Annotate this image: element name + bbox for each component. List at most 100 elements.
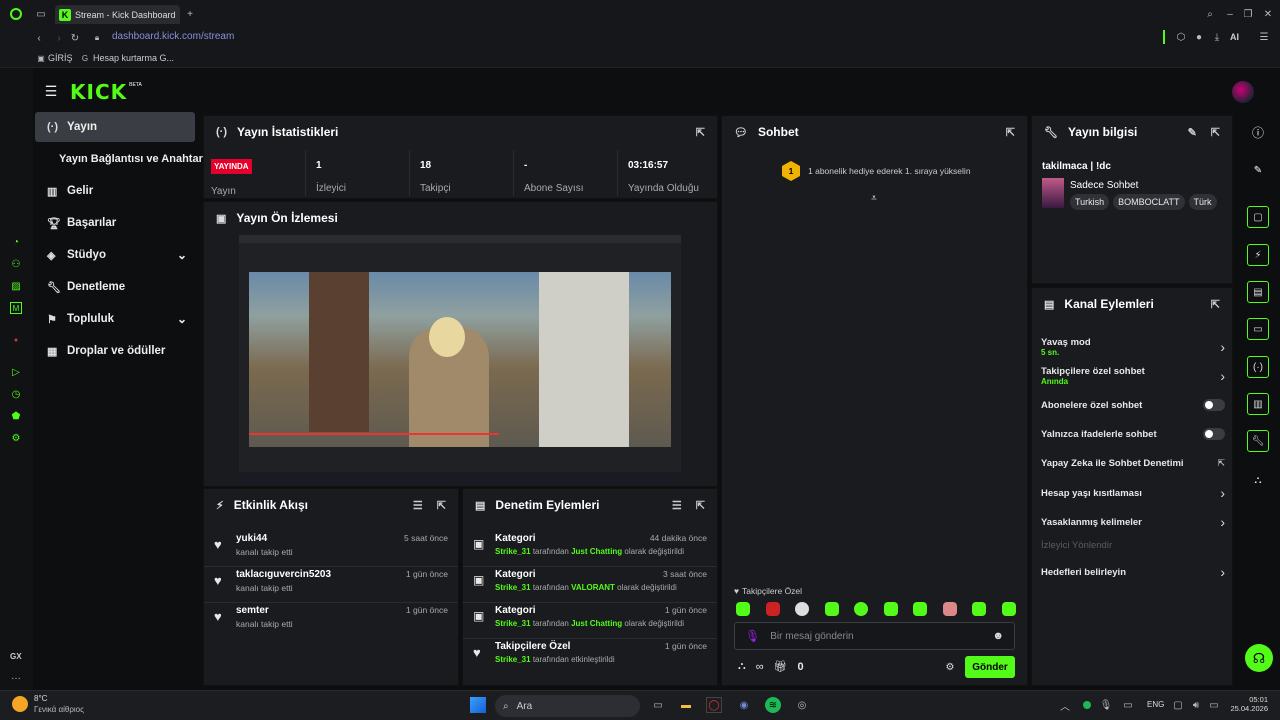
emote-icon[interactable] (972, 602, 987, 616)
minimize-icon[interactable]: – (1224, 8, 1236, 20)
gx-label[interactable]: GX (10, 652, 22, 661)
player-icon[interactable]: ▷ (10, 366, 22, 378)
download-icon[interactable]: ⤓ (1211, 31, 1223, 43)
rail-button-document[interactable]: ▤ (1247, 281, 1269, 303)
tray-chevron-icon[interactable]: ︿ (1060, 699, 1070, 713)
language-indicator[interactable]: ENG (1147, 700, 1164, 709)
extensions-sidebar-icon[interactable]: ⬟ (10, 410, 22, 422)
history-icon[interactable]: ◷ (10, 388, 22, 400)
tray-app-icon[interactable] (1083, 701, 1091, 709)
rail-button-clip[interactable]: ▢ (1247, 206, 1269, 228)
file-explorer-icon[interactable]: ▬ (678, 697, 694, 713)
modlog-user[interactable]: Strike_31 (495, 583, 531, 592)
nav-item-gelir[interactable]: ▥ Gelir (35, 176, 195, 206)
volume-icon[interactable]: 🔊︎ (1190, 699, 1202, 711)
hamburger-icon[interactable]: ☰ (44, 83, 58, 99)
popout-icon[interactable]: ⇱ (1211, 126, 1220, 139)
support-icon[interactable]: ☊ (1245, 644, 1273, 672)
weather-temp[interactable]: 8°C (34, 694, 47, 703)
more-icon[interactable]: … (10, 670, 22, 682)
microphone-icon[interactable]: 🎙︎ (745, 629, 760, 643)
profile-icon[interactable]: ● (1193, 31, 1205, 43)
nav-item-stream-key[interactable]: Yayın Bağlantısı ve Anahtarı (47, 144, 207, 174)
tab-kick-dashboard[interactable]: K Stream - Kick Dashboard (55, 5, 180, 24)
opera-gx-taskbar-icon[interactable]: ◯ (706, 697, 722, 713)
emote-icon[interactable] (736, 602, 750, 616)
emote-icon[interactable] (913, 602, 928, 616)
forward-icon[interactable]: › (54, 32, 64, 44)
emote-icon[interactable] (854, 602, 869, 616)
nav-item-topluluk[interactable]: ⚑ Topluluk ⌄ (35, 304, 195, 334)
subscribers-only-toggle[interactable] (1203, 399, 1225, 411)
menu-icon[interactable]: ☰ (1258, 31, 1270, 43)
gx-corner-icon[interactable]: ⚇ (10, 258, 22, 270)
emote-icon[interactable] (795, 602, 810, 616)
emote-icon[interactable] (765, 602, 780, 616)
followers-only-row[interactable]: Takipçilere özel sohbet Anında › (1041, 364, 1225, 388)
stream-preview-video[interactable] (239, 235, 681, 485)
send-button[interactable]: Gönder (965, 656, 1015, 678)
rail-button-broadcast[interactable]: (·) (1247, 356, 1269, 378)
modlog-user[interactable]: Strike_31 (495, 547, 531, 556)
banned-words-row[interactable]: Yasaklanmış kelimeler › (1041, 514, 1225, 530)
gift-banner[interactable]: 1 1 abonelik hediye ederek 1. sıraya yük… (782, 161, 971, 181)
slow-mode-row[interactable]: Yavaş mod 5 sn. › (1041, 335, 1225, 359)
emote-only-toggle[interactable] (1203, 428, 1225, 440)
category-name[interactable]: Sadece Sohbet (1070, 180, 1138, 191)
share-icon[interactable]: ⛬ (1248, 470, 1268, 490)
edit-icon[interactable]: ✎ (1248, 160, 1268, 180)
kick-logo[interactable]: KICK BETA (70, 80, 142, 104)
modlog-user[interactable]: Strike_31 (495, 619, 531, 628)
rail-button-wrench[interactable]: 🔧︎ (1247, 430, 1269, 452)
popout-icon[interactable]: ⇱ (1006, 126, 1015, 139)
account-age-row[interactable]: Hesap yaşı kısıtlaması › (1041, 485, 1225, 501)
tab-manager-icon[interactable]: ▭ (34, 7, 48, 21)
emote-icon[interactable] (942, 602, 957, 616)
gift-box-icon[interactable]: 🎁︎ (774, 660, 788, 673)
ai-moderation-row[interactable]: Yapay Zeka ile Sohbet Denetimi ⇱ (1041, 455, 1225, 471)
bookmark-giris[interactable]: ▣ GİRİŞ (36, 53, 72, 63)
avatar[interactable] (1232, 81, 1254, 103)
speed-dial-icon[interactable]: ◔ (10, 236, 22, 248)
nav-item-studyo[interactable]: ◈ Stüdyo ⌄ (35, 240, 195, 270)
tray-device-icon[interactable]: ▭ (1122, 699, 1134, 711)
messenger-icon[interactable]: M (10, 302, 22, 314)
settings-icon[interactable]: ⚙ (944, 661, 956, 673)
activity-user[interactable]: taklacıguvercin5203 (236, 569, 331, 580)
network-icon[interactable]: ▢ (1172, 699, 1184, 711)
opera-gx-icon[interactable] (10, 8, 22, 20)
search-icon[interactable]: ⌕ (1204, 8, 1216, 20)
extensions-icon[interactable]: ⬡ (1175, 31, 1187, 43)
emote-icon[interactable] (883, 602, 898, 616)
taskbar-search[interactable]: ⌕ Ara (495, 695, 640, 717)
nav-item-denetleme[interactable]: 🔧︎ Denetleme (35, 272, 195, 302)
emote-icon[interactable] (824, 602, 839, 616)
set-goals-row[interactable]: Hedefleri belirleyin › (1041, 564, 1225, 580)
nav-item-droplar[interactable]: ▦ Droplar ve ödüller (35, 336, 200, 366)
popout-icon[interactable]: ⇱ (696, 499, 705, 512)
popout-icon[interactable]: ⇱ (1211, 298, 1220, 311)
url-field[interactable]: dashboard.kick.com/stream (112, 31, 234, 42)
taskbar-clock[interactable]: 05:01 25.04.2026 (1230, 695, 1268, 713)
battery-icon[interactable]: ▭ (1208, 699, 1220, 711)
settings-icon[interactable]: ⚙ (10, 432, 22, 444)
rail-button-lightning[interactable]: ⚡︎ (1247, 244, 1269, 266)
chevron-down-icon[interactable]: ⩡ (868, 192, 880, 204)
activity-user[interactable]: yuki44 (236, 533, 293, 544)
obs-icon[interactable]: ◎ (794, 697, 810, 713)
nav-item-yayin[interactable]: (·) Yayın (35, 112, 195, 142)
task-view-icon[interactable]: ▭ (650, 697, 666, 713)
close-icon[interactable]: ✕ (1262, 8, 1274, 20)
emoji-icon[interactable]: ☻ (992, 630, 1004, 642)
rail-button-chat[interactable]: ▭ (1247, 318, 1269, 340)
bookmark-hesap-kurtarma[interactable]: G Hesap kurtarma G... (80, 53, 174, 63)
filter-icon[interactable]: ☰ (672, 499, 682, 512)
tag[interactable]: Türk (1188, 194, 1217, 210)
modlog-user[interactable]: Strike_31 (495, 655, 531, 664)
nav-item-basarilar[interactable]: 🏆︎ Başarılar (35, 208, 195, 238)
tray-mic-icon[interactable]: 🎙︎ (1100, 699, 1113, 711)
reload-icon[interactable]: ↻ (70, 32, 80, 44)
emote-icon[interactable] (1001, 602, 1016, 616)
tag[interactable]: Turkish (1070, 194, 1110, 210)
windows-start-icon[interactable] (470, 697, 486, 713)
